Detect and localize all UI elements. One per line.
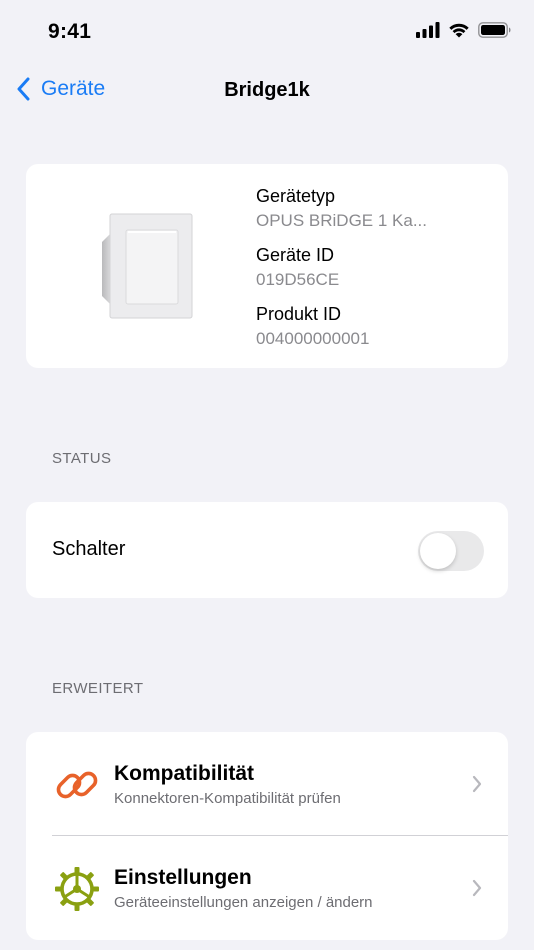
toggle-knob [420,533,456,569]
product-id-block: Produkt ID 004000000001 [256,304,427,363]
settings-title: Einstellungen [114,866,252,889]
product-id-label: Produkt ID [256,304,342,324]
cellular-signal-icon [416,22,440,38]
switch-label: Schalter [52,538,126,560]
battery-icon [478,22,511,38]
gear-icon [55,867,99,911]
compatibility-row[interactable]: Kompatibilität Konnektoren-Kompatibilitä… [26,732,508,836]
advanced-card: Kompatibilität Konnektoren-Kompatibilitä… [26,732,508,940]
device-type-label: Gerätetyp [256,186,336,206]
chevron-right-icon [472,879,482,897]
status-bar: 9:41 [0,0,534,60]
product-id-value: 004000000001 [256,329,370,348]
compatibility-title: Kompatibilität [114,762,254,785]
status-time: 9:41 [48,20,92,43]
compatibility-subtitle: Konnektoren-Kompatibilität prüfen [114,790,341,807]
settings-row[interactable]: Einstellungen Geräteeinstellungen anzeig… [26,836,508,940]
device-id-value: 019D56CE [256,270,340,289]
device-id-block: Geräte ID 019D56CE [256,245,427,304]
device-image [102,213,193,319]
device-info: Gerätetyp OPUS BRiDGE 1 Ka... Geräte ID … [256,186,427,363]
wifi-icon [449,23,469,38]
device-id-label: Geräte ID [256,245,335,265]
status-section-header: STATUS [52,450,112,467]
settings-subtitle: Geräteeinstellungen anzeigen / ändern [114,894,373,911]
device-type-value: OPUS BRiDGE 1 Ka... [256,211,427,230]
device-type-block: Gerätetyp OPUS BRiDGE 1 Ka... [256,186,427,245]
advanced-section-header: ERWEITERT [52,680,144,697]
chevron-right-icon [472,775,482,793]
switch-toggle[interactable] [418,531,484,571]
navigation-bar: Geräte Bridge1k [0,64,534,118]
device-info-card: Gerätetyp OPUS BRiDGE 1 Ka... Geräte ID … [26,164,508,368]
status-icons [416,22,512,38]
page-title: Bridge1k [224,79,310,101]
status-card: Schalter [26,502,508,598]
link-icon [56,771,98,799]
